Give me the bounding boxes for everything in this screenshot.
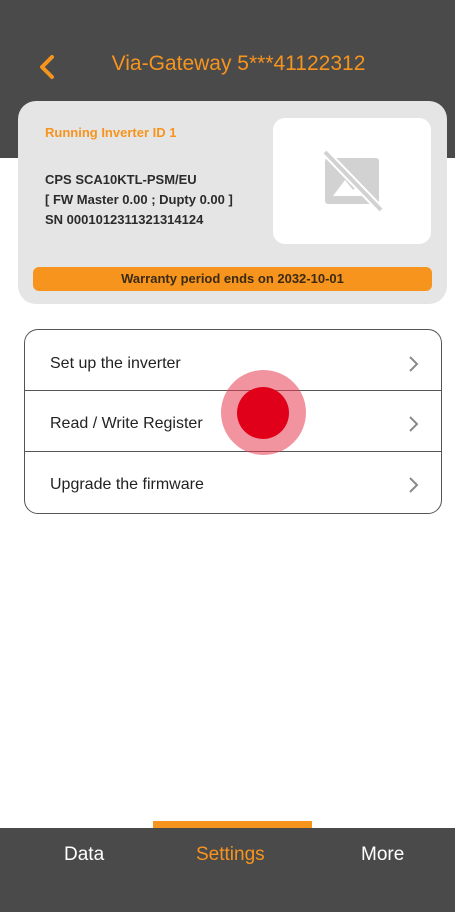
- chevron-right-icon: [409, 476, 419, 493]
- inverter-info-card: Running Inverter ID 1 CPS SCA10KTL-PSM/E…: [18, 101, 447, 304]
- inverter-firmware: [ FW Master 0.00 ; Dupty 0.00 ]: [45, 192, 233, 207]
- bottom-tab-bar: Data Settings More: [0, 828, 455, 912]
- menu-item-label: Set up the inverter: [50, 354, 181, 372]
- inverter-model: CPS SCA10KTL-PSM/EU: [45, 172, 197, 187]
- tab-data[interactable]: Data: [64, 844, 104, 866]
- menu-item-label: Upgrade the firmware: [50, 475, 204, 493]
- inverter-image-placeholder: [273, 118, 431, 244]
- tab-settings[interactable]: Settings: [196, 844, 265, 866]
- image-unavailable-icon: [322, 149, 384, 213]
- menu-item-label: Read / Write Register: [50, 414, 203, 432]
- touch-indicator-dot: [237, 387, 289, 439]
- chevron-right-icon: [409, 415, 419, 432]
- warranty-banner: Warranty period ends on 2032-10-01: [33, 267, 432, 291]
- chevron-right-icon: [409, 355, 419, 372]
- running-inverter-id: Running Inverter ID 1: [45, 125, 177, 140]
- active-tab-indicator: [153, 821, 312, 828]
- page-title: Via-Gateway 5***41122312: [111, 52, 366, 75]
- inverter-serial: SN 0001012311321314124: [45, 212, 204, 227]
- tab-more[interactable]: More: [361, 844, 404, 866]
- inverter-details: CPS SCA10KTL-PSM/EU [ FW Master 0.00 ; D…: [45, 170, 233, 230]
- divider: [25, 451, 441, 452]
- menu-item-upgrade-firmware[interactable]: Upgrade the firmware: [25, 454, 441, 515]
